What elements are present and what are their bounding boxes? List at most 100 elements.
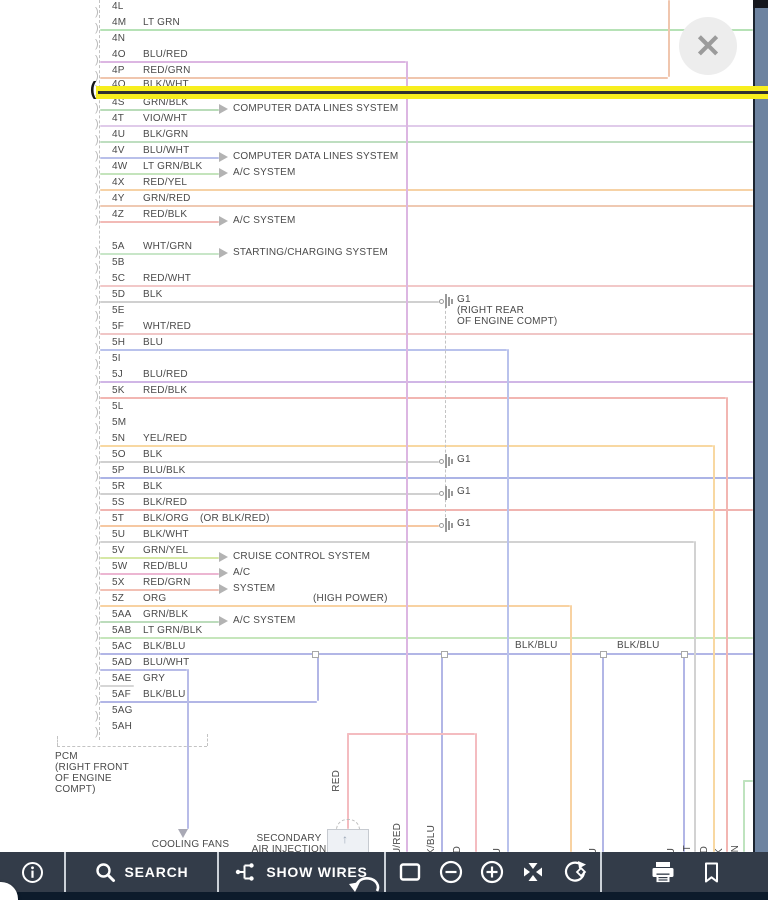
wire[interactable] (100, 61, 406, 63)
center-view-button[interactable] (521, 852, 545, 892)
connector-pin-arc: ) (95, 118, 99, 130)
wire[interactable] (100, 397, 726, 399)
wire-vertical[interactable] (317, 653, 319, 701)
pin-label: 5X (112, 577, 125, 588)
show-wires-button[interactable]: SHOW WIRES (219, 852, 386, 892)
pin-label: 5AF (112, 689, 131, 700)
wire[interactable] (100, 285, 753, 287)
wire[interactable] (100, 541, 694, 543)
system-callout-label: CRUISE CONTROL SYSTEM (233, 551, 371, 562)
ground-symbol-bar (448, 456, 450, 466)
system-callout-label: A/C SYSTEM (233, 167, 296, 178)
system-callout-arrow-icon (219, 152, 228, 162)
bookmark-button[interactable] (702, 852, 721, 892)
wire[interactable] (100, 157, 219, 159)
wire[interactable] (100, 605, 570, 607)
wire[interactable] (100, 205, 753, 207)
pin-label: 5O (112, 449, 126, 460)
wire[interactable] (100, 621, 219, 623)
wire[interactable] (100, 509, 753, 511)
close-button[interactable]: ✕ (679, 17, 737, 75)
pcm-connector-dashed-edge (99, 0, 100, 740)
wire-junction-node (600, 651, 607, 658)
wire[interactable] (100, 493, 439, 495)
wire-color-label: BLU/RED (143, 369, 188, 380)
zoom-out-icon (439, 860, 463, 884)
bookmark-icon (702, 861, 721, 884)
pin-label: 5M (112, 417, 127, 428)
wire-vertical[interactable] (743, 780, 745, 852)
wire[interactable] (100, 141, 753, 143)
wire[interactable] (100, 381, 753, 383)
connector-pin-arc: ) (95, 358, 99, 370)
wire[interactable] (100, 29, 753, 31)
wire-vertical[interactable] (475, 733, 477, 852)
wire-vertical[interactable] (694, 541, 696, 852)
wire[interactable] (100, 701, 317, 703)
wire[interactable] (100, 221, 219, 223)
wire[interactable] (100, 477, 753, 479)
connector-pin-arc: ) (95, 614, 99, 626)
wire[interactable] (100, 637, 753, 639)
connector-pin-arc: ) (95, 54, 99, 66)
wire[interactable] (100, 461, 439, 463)
wire-vertical[interactable] (570, 605, 572, 852)
pin-label: 5D (112, 289, 126, 300)
wire[interactable] (100, 685, 134, 687)
ground-symbol-bar (451, 458, 453, 464)
wire-vertical[interactable] (668, 0, 670, 77)
wire[interactable] (100, 253, 219, 255)
pin-label: 5H (112, 337, 126, 348)
wire[interactable] (100, 573, 219, 575)
wire[interactable] (100, 557, 219, 559)
wire-vertical[interactable] (726, 397, 728, 852)
rotate-view-button[interactable] (562, 852, 588, 892)
connector-pin-arc: ) (95, 646, 99, 658)
ground-symbol-dot (439, 299, 444, 304)
pin-label: 5I (112, 353, 121, 364)
wire-segment[interactable] (347, 733, 475, 735)
wire[interactable] (100, 109, 219, 111)
search-button[interactable]: SEARCH (66, 852, 219, 892)
bottom-toolbar: SEARCH SHOW WIRES (0, 852, 768, 892)
pin-label: 5AA (112, 609, 132, 620)
wire[interactable] (100, 189, 753, 191)
wire[interactable] (100, 669, 187, 671)
wire[interactable] (100, 77, 668, 79)
wire[interactable] (100, 653, 753, 655)
wire[interactable] (100, 333, 753, 335)
wire-color-label: BLK/BLU (143, 641, 186, 652)
pcm-label: PCM (55, 751, 78, 762)
pin-label: 5E (112, 305, 125, 316)
ground-symbol-bar (445, 454, 447, 468)
pcm-label-line4: COMPT) (55, 784, 96, 795)
zoom-out-button[interactable] (439, 852, 463, 892)
wire[interactable] (100, 301, 439, 303)
fit-page-button[interactable] (398, 852, 422, 892)
wire-color-label: RED/BLU (143, 561, 188, 572)
zoom-in-button[interactable] (480, 852, 504, 892)
print-button[interactable] (650, 852, 676, 892)
wiring-diagram-viewer: { "close_button": {"glyph": "✕"}, "toolb… (0, 0, 768, 900)
wire[interactable] (100, 525, 439, 527)
connector-pin-arc: ) (95, 726, 99, 738)
wire-vertical[interactable] (507, 349, 509, 852)
pin-label: 5J (112, 369, 123, 380)
pin-label: 5V (112, 545, 125, 556)
wire-vertical[interactable] (347, 733, 349, 829)
vertical-scrollbar[interactable] (753, 0, 768, 892)
wire[interactable] (100, 589, 219, 591)
zoom-controls-group (386, 852, 602, 892)
pin-label: 5S (112, 497, 125, 508)
wire-vertical[interactable] (187, 669, 189, 829)
magnifier-icon (95, 862, 116, 883)
ground-symbol-bar (451, 298, 453, 304)
pin-label: 4O (112, 49, 126, 60)
wire-segment[interactable] (743, 780, 753, 782)
wire[interactable] (100, 125, 753, 127)
printer-icon (650, 861, 676, 883)
wire-vertical[interactable] (441, 653, 443, 852)
wire[interactable] (100, 173, 219, 175)
pcm-label-line3: OF ENGINE (55, 773, 112, 784)
wire-vertical[interactable] (602, 653, 604, 852)
